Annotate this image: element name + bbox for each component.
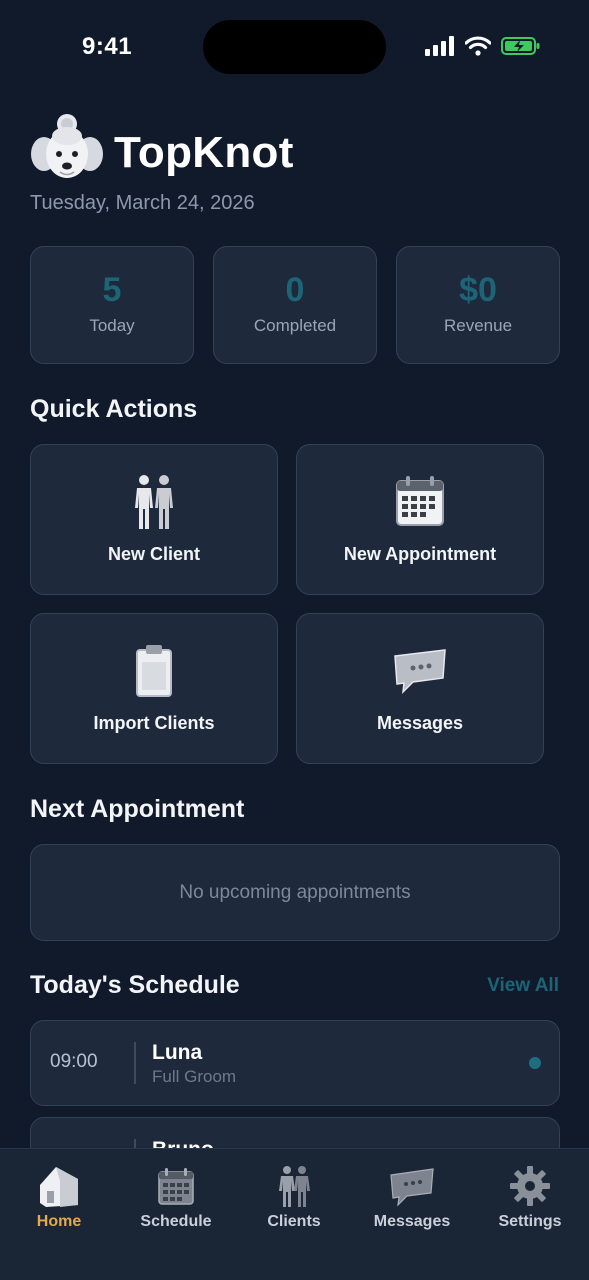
schedule-item[interactable]: 09:00 Luna Full Groom <box>30 1020 560 1106</box>
chat-bubble-icon <box>394 649 446 695</box>
next-appointment-card: No upcoming appointments <box>30 844 560 941</box>
empty-state-text: No upcoming appointments <box>179 881 411 903</box>
stat-card-completed[interactable]: 0 Completed <box>213 246 377 364</box>
status-time: 9:41 <box>82 33 133 60</box>
stat-label: Today <box>89 316 135 335</box>
app-title: TopKnot <box>114 128 294 177</box>
tab-settings[interactable]: Settings <box>471 1149 589 1249</box>
stat-value: $0 <box>459 271 497 309</box>
appointment-time: 09:00 <box>50 1051 98 1072</box>
stats-row: 5 Today 0 Completed $0 Revenue <box>30 246 560 364</box>
tab-schedule[interactable]: Schedule <box>117 1149 235 1249</box>
signal-icon <box>425 36 454 56</box>
dynamic-island <box>203 20 386 74</box>
calendar-icon <box>158 1168 194 1205</box>
pet-name: Luna <box>152 1041 203 1064</box>
status-bar: 9:41 <box>0 0 589 90</box>
chat-bubble-icon <box>390 1168 434 1207</box>
poodle-logo-icon <box>31 114 103 178</box>
people-icon <box>279 1166 310 1207</box>
tab-bar: Home Schedule Clients Messages Settings <box>0 1148 589 1280</box>
wifi-icon <box>465 36 491 56</box>
tab-label: Schedule <box>140 1213 212 1230</box>
view-all-link[interactable]: View All <box>487 975 559 997</box>
stat-label: Revenue <box>443 316 513 335</box>
todays-schedule-title: Today's Schedule <box>30 971 240 999</box>
action-label: New Client <box>107 544 200 564</box>
calendar-icon <box>396 476 444 526</box>
action-label: Import Clients <box>93 713 215 733</box>
new-client-button[interactable]: New Client <box>30 444 278 595</box>
import-clients-button[interactable]: Import Clients <box>30 613 278 764</box>
status-dot <box>529 1057 541 1069</box>
house-icon <box>40 1167 78 1207</box>
service-name: Full Groom <box>152 1067 237 1086</box>
tab-label: Home <box>36 1213 82 1230</box>
current-date: Tuesday, March 24, 2026 <box>30 192 255 214</box>
tab-label: Messages <box>373 1213 451 1230</box>
tab-clients[interactable]: Clients <box>235 1149 353 1249</box>
gear-icon <box>510 1166 550 1206</box>
stat-value: 5 <box>102 271 122 309</box>
header: TopKnot Tuesday, March 24, 2026 <box>30 114 560 224</box>
stat-label: Completed <box>253 316 337 335</box>
tab-messages[interactable]: Messages <box>353 1149 471 1249</box>
action-label: Messages <box>376 713 464 733</box>
tab-home[interactable]: Home <box>0 1149 118 1249</box>
clipboard-icon <box>136 645 172 697</box>
new-appointment-button[interactable]: New Appointment <box>296 444 544 595</box>
battery-icon <box>501 37 540 55</box>
next-appointment-title: Next Appointment <box>30 795 245 823</box>
divider <box>134 1042 136 1084</box>
messages-button[interactable]: Messages <box>296 613 544 764</box>
quick-actions-title: Quick Actions <box>30 395 198 423</box>
action-label: New Appointment <box>343 544 497 564</box>
stat-card-today[interactable]: 5 Today <box>30 246 194 364</box>
tab-label: Settings <box>498 1213 562 1230</box>
status-icons <box>425 36 541 56</box>
stat-card-revenue[interactable]: $0 Revenue <box>396 246 560 364</box>
stat-value: 0 <box>285 271 305 309</box>
tab-label: Clients <box>267 1213 321 1230</box>
people-icon <box>135 475 173 529</box>
